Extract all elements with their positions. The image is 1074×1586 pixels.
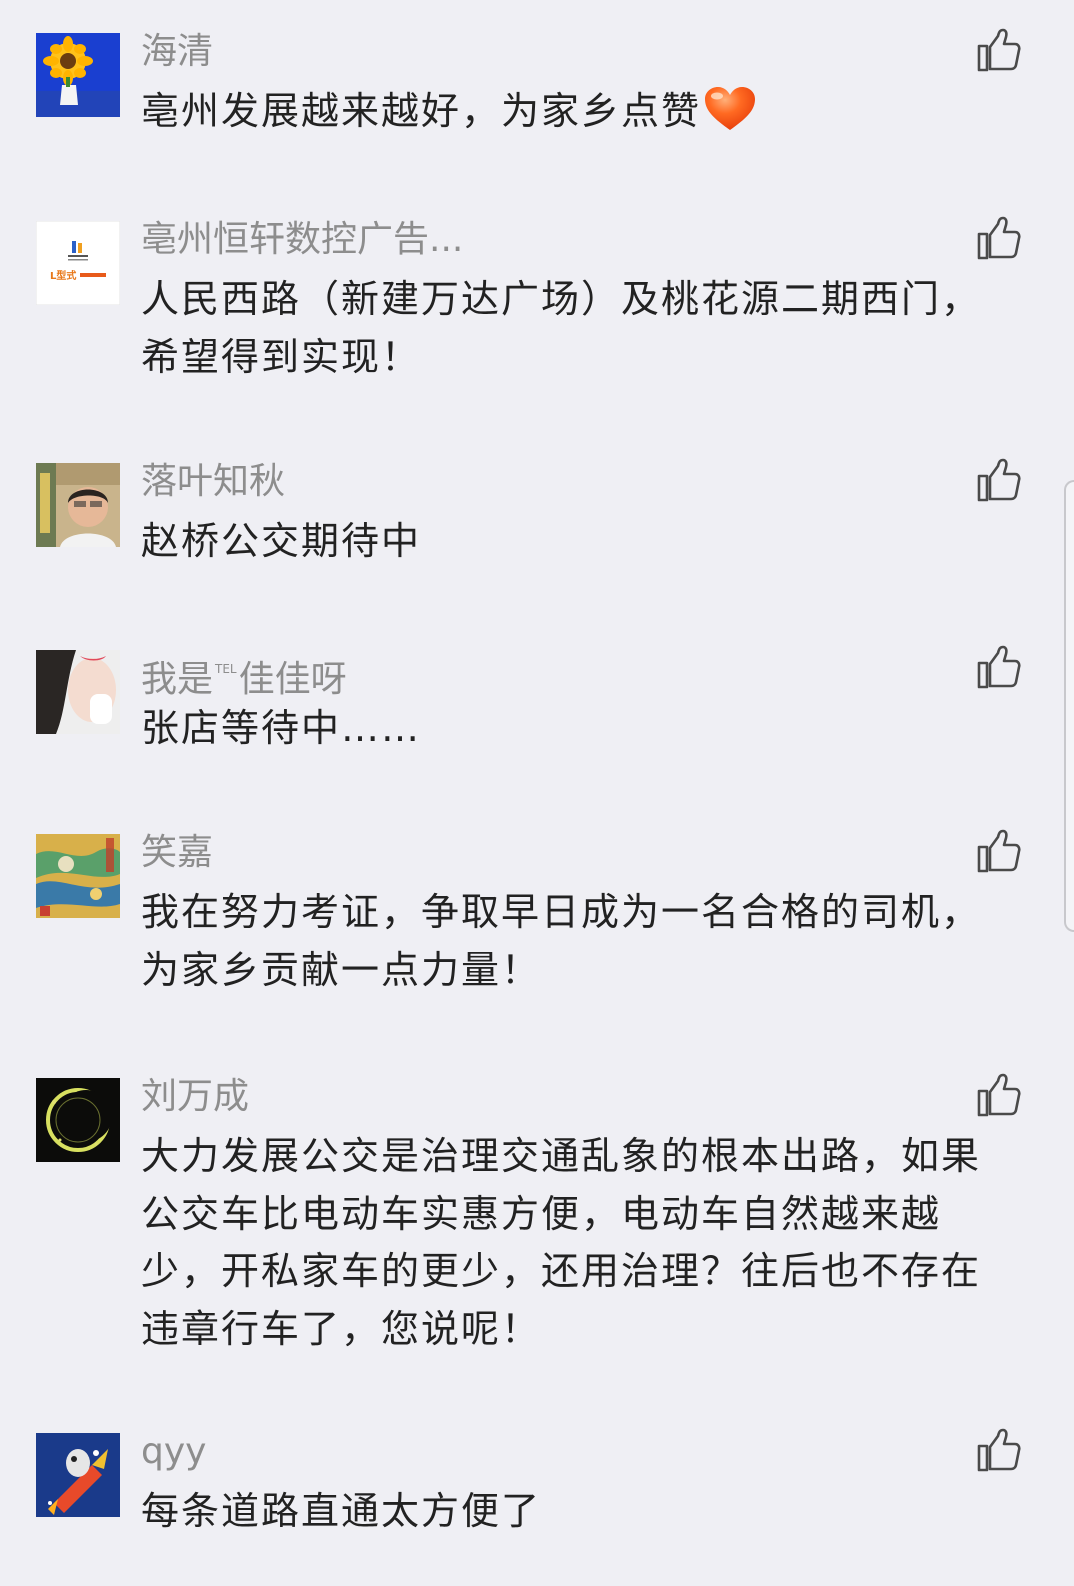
avatar-company-logo-image: L型式 (36, 221, 120, 305)
commenter-name[interactable]: 亳州恒轩数控广告... (141, 215, 463, 265)
thumbs-up-outline-icon (977, 216, 1021, 260)
comment-text: 人民西路（新建万达广场）及桃花源二期西门，希望得到实现！ (141, 277, 982, 379)
commenter-name[interactable]: 落叶知秋 (141, 457, 285, 507)
avatar-moon-emblem-image (36, 1078, 120, 1162)
commenter-name-suffix: 佳佳呀 (238, 659, 347, 700)
like-button[interactable] (976, 644, 1022, 690)
thumbs-up-outline-icon (977, 1073, 1021, 1117)
avatar-sunflower-image (36, 33, 120, 117)
like-button[interactable] (976, 215, 1022, 261)
avatar-logo-text: L型式 (50, 269, 76, 282)
heart-emoji-icon (705, 87, 756, 130)
avatar[interactable] (36, 834, 120, 918)
commenter-name[interactable]: qyy (141, 1427, 206, 1477)
commenter-name-superscript: TEL (215, 662, 237, 676)
avatar[interactable] (36, 1078, 120, 1162)
commenter-name[interactable]: 我是 TEL佳佳呀 (141, 644, 347, 705)
avatar[interactable]: L型式 (36, 221, 120, 305)
avatar[interactable] (36, 463, 120, 547)
avatar-rocket-cartoon-image (36, 1433, 120, 1517)
thumbs-up-outline-icon (977, 28, 1021, 72)
comment-text: 我在努力考证，争取早日成为一名合格的司机，为家乡贡献一点力量！ (141, 890, 982, 992)
like-button[interactable] (976, 1427, 1022, 1473)
comment-text: 每条道路直通太方便了 (141, 1489, 542, 1533)
commenter-name[interactable]: 笑嘉 (141, 828, 213, 878)
comment-text: 赵桥公交期待中 (141, 519, 422, 563)
avatar[interactable] (36, 33, 120, 117)
comment-text-body: 亳州发展越来越好，为家乡点赞 (141, 89, 702, 133)
comment-list: 海清 亳州发展越来越好，为家乡点赞 L型式 亳州恒轩数控广告... 人民西路（新… (0, 0, 1074, 1586)
thumbs-up-outline-icon (977, 1428, 1021, 1472)
thumbs-up-outline-icon (977, 645, 1021, 689)
avatar-girl-image (36, 650, 120, 734)
scroll-indicator[interactable] (1064, 480, 1074, 932)
commenter-name-prefix: 我是 (141, 659, 214, 700)
like-button[interactable] (976, 457, 1022, 503)
thumbs-up-outline-icon (977, 829, 1021, 873)
like-button[interactable] (976, 828, 1022, 874)
avatar[interactable] (36, 1433, 120, 1517)
commenter-name[interactable]: 海清 (141, 27, 213, 77)
like-button[interactable] (976, 1072, 1022, 1118)
avatar-portrait-image (36, 463, 120, 547)
comment-text: 张店等待中…… (141, 706, 422, 750)
avatar[interactable] (36, 650, 120, 734)
thumbs-up-outline-icon (977, 458, 1021, 502)
comment-text: 亳州发展越来越好，为家乡点赞 (141, 83, 1011, 141)
avatar-painting-image (36, 834, 120, 918)
comment-text: 大力发展公交是治理交通乱象的根本出路，如果公交车比电动车实惠方便，电动车自然越来… (141, 1134, 982, 1351)
like-button[interactable] (976, 27, 1022, 73)
commenter-name[interactable]: 刘万成 (141, 1072, 249, 1122)
